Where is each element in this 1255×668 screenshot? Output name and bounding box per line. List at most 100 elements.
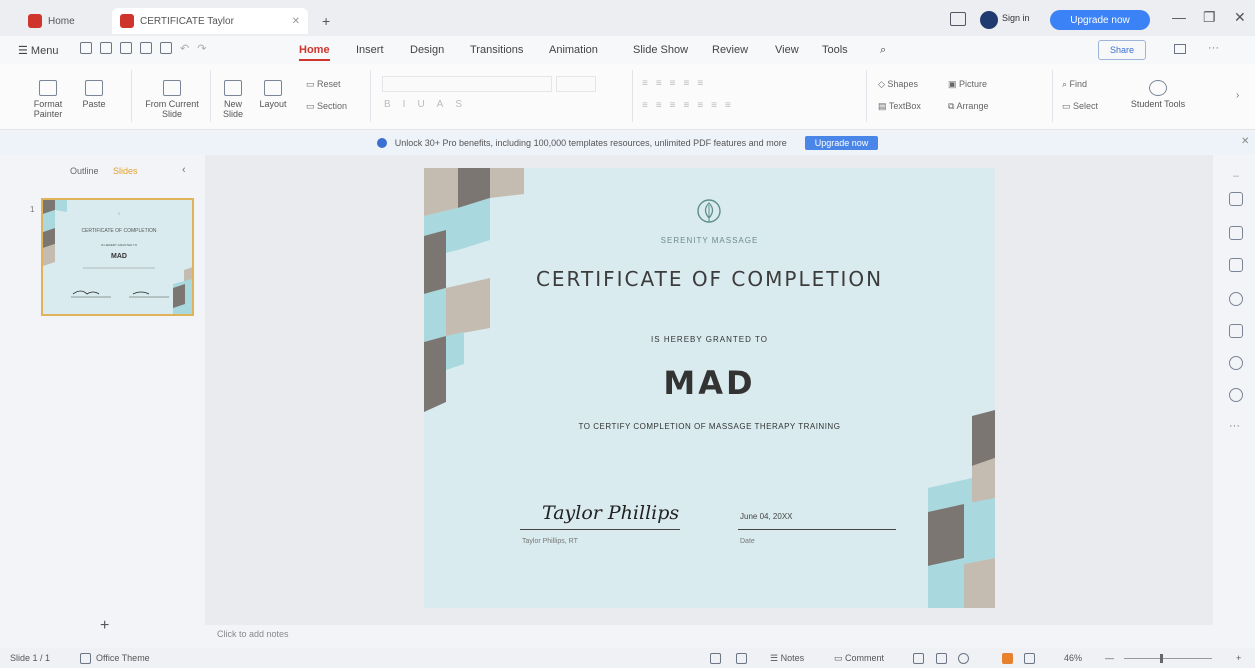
comment-panel-icon[interactable] <box>1174 44 1186 54</box>
section-button[interactable]: ▭ Section <box>306 101 347 112</box>
certificate-title[interactable]: CERTIFICATE OF COMPLETION <box>424 267 995 291</box>
search-icon[interactable]: ⌕ <box>880 44 886 57</box>
format-painter-button[interactable]: Format Painter <box>28 80 68 119</box>
more-options-icon[interactable]: ··· <box>1208 42 1219 54</box>
add-slide-button[interactable]: + <box>100 617 109 635</box>
main-menu-button[interactable]: ☰ Menu <box>18 44 58 57</box>
properties-icon[interactable] <box>1229 258 1243 272</box>
reading-view-icon[interactable] <box>958 653 969 664</box>
zoom-slider-handle[interactable] <box>1160 654 1163 663</box>
zoom-slider[interactable] <box>1124 658 1212 659</box>
tab-animation[interactable]: Animation <box>549 44 598 56</box>
normal-view-icon[interactable] <box>913 653 924 664</box>
tab-outline[interactable]: Outline <box>70 166 99 176</box>
banner-close-icon[interactable]: ✕ <box>1241 136 1249 147</box>
upgrade-button[interactable]: Upgrade now <box>1050 10 1150 30</box>
paste-button[interactable]: Paste <box>76 80 112 109</box>
shapes-button[interactable]: ◇ Shapes <box>878 79 918 90</box>
collapse-panel-icon[interactable]: ‹ <box>182 164 186 176</box>
certificate-date[interactable]: June 04, 20XX <box>740 512 792 521</box>
wps-logo-icon <box>28 14 42 28</box>
find-button[interactable]: ⌕ Find <box>1062 79 1087 90</box>
tab-view[interactable]: View <box>775 44 799 56</box>
banner-upgrade-button[interactable]: Upgrade now <box>804 136 879 150</box>
date-label[interactable]: Date <box>740 538 755 545</box>
granted-text[interactable]: IS HEREBY GRANTED TO <box>424 335 995 344</box>
slide-certificate[interactable]: SERENITY MASSAGE CERTIFICATE OF COMPLETI… <box>424 168 995 608</box>
toolbar-collapse-icon[interactable]: – <box>1233 170 1239 182</box>
tab-slides[interactable]: Slides <box>113 166 138 176</box>
tab-close-icon[interactable]: ✕ <box>292 16 300 27</box>
from-current-slide-button[interactable]: From Current Slide <box>138 80 206 119</box>
more-tools-icon[interactable]: ··· <box>1229 420 1240 432</box>
tab-document[interactable]: CERTIFICATE Taylor ✕ <box>112 8 308 34</box>
new-slide-button[interactable]: New Slide <box>218 80 248 119</box>
restore-button[interactable]: ❐ <box>1203 9 1216 26</box>
svg-text:MAD: MAD <box>111 253 127 260</box>
select-button[interactable]: ▭ Select <box>1062 101 1098 112</box>
tab-home-label: Home <box>48 15 75 27</box>
tab-transitions[interactable]: Transitions <box>470 44 523 56</box>
slide-counter: Slide 1 / 1 <box>10 653 51 663</box>
share-button[interactable]: Share <box>1098 40 1146 60</box>
close-button[interactable]: ✕ <box>1234 9 1246 26</box>
slide-thumbnail[interactable]: ♁ CERTIFICATE OF COMPLETION IS HEREBY GR… <box>41 198 194 316</box>
slide-sorter-icon[interactable] <box>936 653 947 664</box>
tab-review[interactable]: Review <box>712 44 748 56</box>
paragraph-buttons-row-2[interactable]: ≡≡≡≡≡≡≡ <box>642 100 739 111</box>
notes-toggle-button[interactable]: ☰ Notes <box>770 653 804 664</box>
export-icon[interactable] <box>160 42 172 54</box>
zoom-in-button[interactable]: + <box>1236 653 1241 663</box>
layout-button[interactable]: Layout <box>256 80 290 109</box>
arrange-button[interactable]: ⧉ Arrange <box>948 101 988 112</box>
tab-design[interactable]: Design <box>410 44 444 56</box>
fit-window-icon[interactable] <box>1024 653 1035 664</box>
section-label: Section <box>317 101 348 111</box>
slideshow-play-icon[interactable] <box>1002 653 1013 664</box>
student-tools-button[interactable]: Student Tools <box>1130 80 1186 109</box>
save-icon[interactable] <box>80 42 92 54</box>
print-preview-icon[interactable] <box>140 42 152 54</box>
font-size-select[interactable] <box>556 76 596 92</box>
translate-icon[interactable] <box>1229 324 1243 338</box>
protect-icon[interactable] <box>736 653 747 664</box>
redo-icon[interactable]: ↷ <box>197 42 206 55</box>
tab-home-ribbon[interactable]: Home <box>299 44 330 61</box>
animation-pane-icon[interactable] <box>1229 192 1243 206</box>
spellcheck-icon[interactable] <box>710 653 721 664</box>
font-family-select[interactable] <box>382 76 552 92</box>
notes-area[interactable]: Click to add notes <box>205 625 1213 645</box>
open-icon[interactable] <box>100 42 112 54</box>
print-icon[interactable] <box>120 42 132 54</box>
font-format-buttons[interactable]: BIUAS <box>384 99 474 110</box>
sign-in-link[interactable]: Sign in <box>1002 13 1030 23</box>
recipient-name[interactable]: MAD <box>424 364 995 402</box>
backup-icon[interactable] <box>1229 292 1243 306</box>
tab-insert[interactable]: Insert <box>356 44 384 56</box>
tab-tools[interactable]: Tools <box>822 44 848 56</box>
comment-toggle-button[interactable]: ▭ Comment <box>834 653 884 664</box>
theme-name[interactable]: Office Theme <box>96 653 150 663</box>
paragraph-buttons-row-1[interactable]: ≡≡≡≡≡ <box>642 78 711 89</box>
reset-button[interactable]: ▭ Reset <box>306 79 341 90</box>
avatar[interactable] <box>980 11 998 29</box>
tab-home[interactable]: Home <box>20 8 83 34</box>
textbox-button[interactable]: ▤ TextBox <box>878 101 921 112</box>
zoom-out-button[interactable]: — <box>1105 653 1114 663</box>
new-tab-button[interactable]: + <box>314 8 338 34</box>
signature[interactable]: Taylor Phillips <box>542 502 679 524</box>
zoom-level[interactable]: 46% <box>1064 653 1082 663</box>
signer-name[interactable]: Taylor Phillips, RT <box>522 538 578 545</box>
help-icon[interactable] <box>1229 388 1243 402</box>
minimize-button[interactable]: — <box>1172 9 1186 25</box>
tab-slide-show[interactable]: Slide Show <box>633 44 688 56</box>
certify-text[interactable]: TO CERTIFY COMPLETION OF MASSAGE THERAPY… <box>424 422 995 431</box>
picture-button[interactable]: ▣ Picture <box>948 79 987 90</box>
quick-access-toolbar: ↶ ↷ <box>80 42 206 55</box>
window-layout-icon[interactable] <box>950 12 966 26</box>
slide-thumbnail-number: 1 <box>30 205 35 214</box>
design-ideas-icon[interactable] <box>1229 226 1243 240</box>
ribbon-scroll-right-icon[interactable]: › <box>1236 90 1239 101</box>
undo-icon[interactable]: ↶ <box>180 42 189 55</box>
history-icon[interactable] <box>1229 356 1243 370</box>
